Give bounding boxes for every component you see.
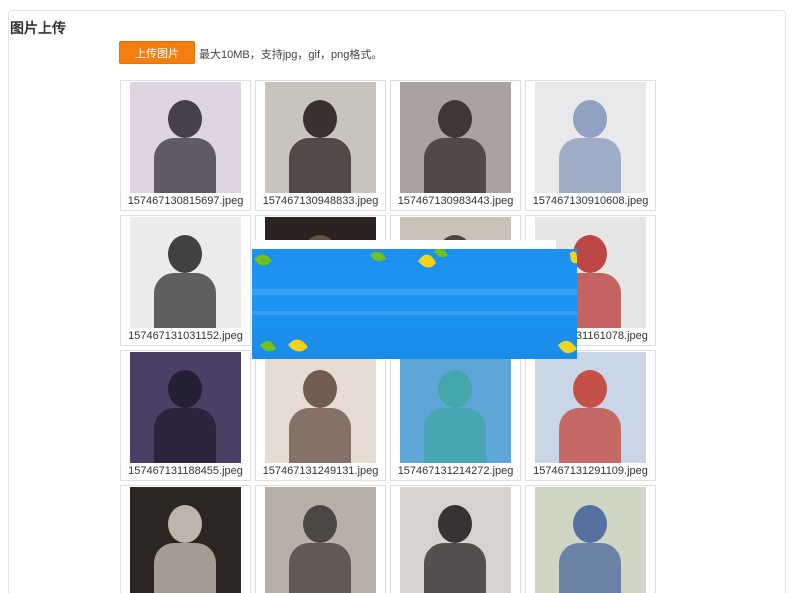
image-filename: 157467131188455.jpeg bbox=[128, 465, 243, 477]
photo-figure-head bbox=[573, 100, 607, 138]
image-thumbnail[interactable] bbox=[130, 487, 241, 593]
image-filename: 157467130910608.jpeg bbox=[532, 195, 649, 207]
photo-figure-head bbox=[573, 235, 607, 273]
photo-figure-body bbox=[154, 408, 216, 463]
image-card[interactable]: 157467130983443.jpeg bbox=[390, 80, 521, 211]
photo-figure-head bbox=[168, 505, 202, 543]
image-thumbnail[interactable] bbox=[130, 352, 241, 463]
photo-figure-body bbox=[154, 138, 216, 193]
image-filename: 157467130815697.jpeg bbox=[127, 195, 244, 207]
image-thumbnail[interactable] bbox=[535, 352, 646, 463]
image-filename: 157467131291109.jpeg bbox=[533, 465, 648, 477]
photo-figure-head bbox=[303, 370, 337, 408]
photo-figure-body bbox=[289, 138, 351, 193]
image-card[interactable] bbox=[390, 485, 521, 593]
image-thumbnail[interactable] bbox=[265, 82, 376, 193]
photo-figure-body bbox=[424, 138, 486, 193]
image-thumbnail[interactable] bbox=[265, 487, 376, 593]
image-card[interactable]: 157467130815697.jpeg bbox=[120, 80, 251, 211]
upload-hint: 最大10MB，支持jpg，gif，png格式。 bbox=[199, 49, 383, 61]
image-card[interactable]: 157467131291109.jpeg bbox=[525, 350, 656, 481]
photo-figure-body bbox=[154, 273, 216, 328]
image-filename: 157467130983443.jpeg bbox=[397, 195, 514, 207]
photo-figure-head bbox=[438, 370, 472, 408]
photo-figure-body bbox=[424, 543, 486, 593]
image-card[interactable]: 157467130910608.jpeg bbox=[525, 80, 656, 211]
ad-banner[interactable] bbox=[252, 249, 577, 359]
photo-figure-head bbox=[168, 235, 202, 273]
page-title: 图片上传 bbox=[10, 20, 66, 36]
image-thumbnail[interactable] bbox=[130, 217, 241, 328]
photo-figure-head bbox=[303, 505, 337, 543]
image-thumbnail[interactable] bbox=[130, 82, 241, 193]
photo-figure-head bbox=[168, 100, 202, 138]
image-thumbnail[interactable] bbox=[535, 82, 646, 193]
photo-figure-body bbox=[559, 408, 621, 463]
image-filename: 157467131214272.jpeg bbox=[397, 465, 514, 477]
photo-figure-head bbox=[573, 505, 607, 543]
image-thumbnail[interactable] bbox=[400, 487, 511, 593]
photo-figure-body bbox=[289, 408, 351, 463]
image-thumbnail[interactable] bbox=[265, 352, 376, 463]
image-card[interactable] bbox=[525, 485, 656, 593]
photo-figure-head bbox=[303, 100, 337, 138]
photo-figure-head bbox=[168, 370, 202, 408]
image-card[interactable]: 157467131031152.jpeg bbox=[120, 215, 251, 346]
image-thumbnail[interactable] bbox=[400, 352, 511, 463]
photo-figure-head bbox=[573, 370, 607, 408]
image-thumbnail[interactable] bbox=[400, 82, 511, 193]
photo-figure-body bbox=[424, 408, 486, 463]
image-card[interactable] bbox=[120, 485, 251, 593]
upload-image-button[interactable]: 上传图片 bbox=[119, 41, 195, 64]
photo-figure-head bbox=[438, 100, 472, 138]
ad-banner-top-strip bbox=[252, 240, 556, 249]
image-card[interactable]: 157467131188455.jpeg bbox=[120, 350, 251, 481]
image-filename: 157467130948833.jpeg bbox=[262, 195, 379, 207]
leaf-decoration-icon bbox=[252, 249, 577, 354]
image-card[interactable] bbox=[255, 485, 386, 593]
photo-figure-body bbox=[289, 543, 351, 593]
image-card[interactable]: 157467130948833.jpeg bbox=[255, 80, 386, 211]
image-card[interactable]: 157467131249131.jpeg bbox=[255, 350, 386, 481]
photo-figure-head bbox=[438, 505, 472, 543]
image-thumbnail[interactable] bbox=[535, 487, 646, 593]
photo-figure-body bbox=[154, 543, 216, 593]
photo-figure-body bbox=[559, 138, 621, 193]
image-card[interactable]: 157467131214272.jpeg bbox=[390, 350, 521, 481]
photo-figure-body bbox=[559, 543, 621, 593]
image-filename: 157467131031152.jpeg bbox=[128, 330, 243, 342]
image-filename: 157467131249131.jpeg bbox=[262, 465, 379, 477]
